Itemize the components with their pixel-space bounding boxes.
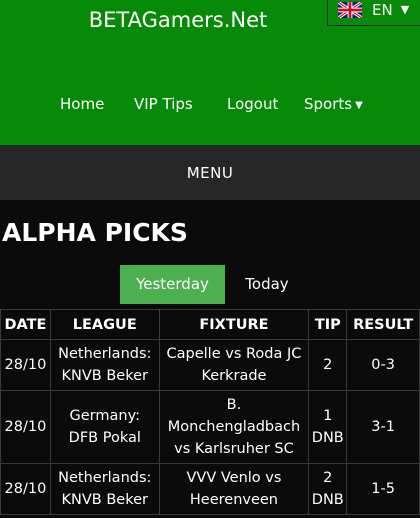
column-header-league: LEAGUE (49, 309, 160, 340)
column-header-fixture: FIXTURE (158, 309, 310, 340)
nav-vip-tips[interactable]: VIP Tips (134, 95, 193, 113)
site-header: BETAGamers.Net EN ▼ Home VIP Tips Logout… (0, 0, 420, 145)
cell-result: 1-5 (346, 463, 420, 515)
table-row: 28/10 Germany: DFB Pokal B. Monchengladb… (0, 390, 420, 464)
cell-fixture: VVV Venlo vs Heerenveen (158, 463, 310, 515)
table-row: 28/10 Netherlands: KNVB Beker VVV Venlo … (0, 463, 420, 515)
cell-tip: 2 DNB (308, 463, 348, 515)
cell-tip: 1 DNB (308, 390, 348, 464)
table-header-row: DATE LEAGUE FIXTURE TIP RESULT (0, 309, 420, 340)
main-nav: Home VIP Tips Logout Sports ▼ (0, 95, 420, 117)
cell-league: Germany: DFB Pokal (49, 390, 160, 464)
column-header-result: RESULT (346, 309, 420, 340)
column-header-tip: TIP (308, 309, 348, 340)
table-row: 28/10 Netherlands: KNVB Beker Capelle vs… (0, 339, 420, 391)
cell-fixture: B. Monchengladbach vs Karlsruher SC (158, 390, 310, 464)
cell-league: Netherlands: KNVB Beker (49, 463, 160, 515)
cell-date: 28/10 (0, 339, 51, 391)
tab-yesterday[interactable]: Yesterday (120, 265, 225, 304)
cell-result: 3-1 (346, 390, 420, 464)
column-header-date: DATE (0, 309, 51, 340)
caret-down-icon: ▼ (355, 100, 363, 111)
cell-fixture: Capelle vs Roda JC Kerkrade (158, 339, 310, 391)
chevron-down-icon: ▼ (400, 3, 410, 16)
language-selector[interactable]: EN ▼ (327, 0, 420, 26)
cell-tip: 2 (308, 339, 348, 391)
nav-sports-label: Sports (304, 95, 353, 113)
site-title[interactable]: BETAGamers.Net (0, 8, 356, 32)
picks-table: DATE LEAGUE FIXTURE TIP RESULT 28/10 Net… (0, 309, 420, 515)
cell-result: 0-3 (346, 339, 420, 391)
cell-date: 28/10 (0, 390, 51, 464)
cell-league: Netherlands: KNVB Beker (49, 339, 160, 391)
language-code: EN (372, 0, 393, 19)
menu-toggle[interactable]: MENU (0, 145, 420, 200)
nav-sports-dropdown[interactable]: Sports ▼ (304, 95, 363, 113)
nav-logout[interactable]: Logout (227, 95, 278, 113)
page-title: ALPHA PICKS (2, 218, 188, 247)
nav-home[interactable]: Home (60, 95, 104, 113)
cell-date: 28/10 (0, 463, 51, 515)
uk-flag-icon (338, 1, 362, 18)
tab-today[interactable]: Today (225, 265, 309, 304)
